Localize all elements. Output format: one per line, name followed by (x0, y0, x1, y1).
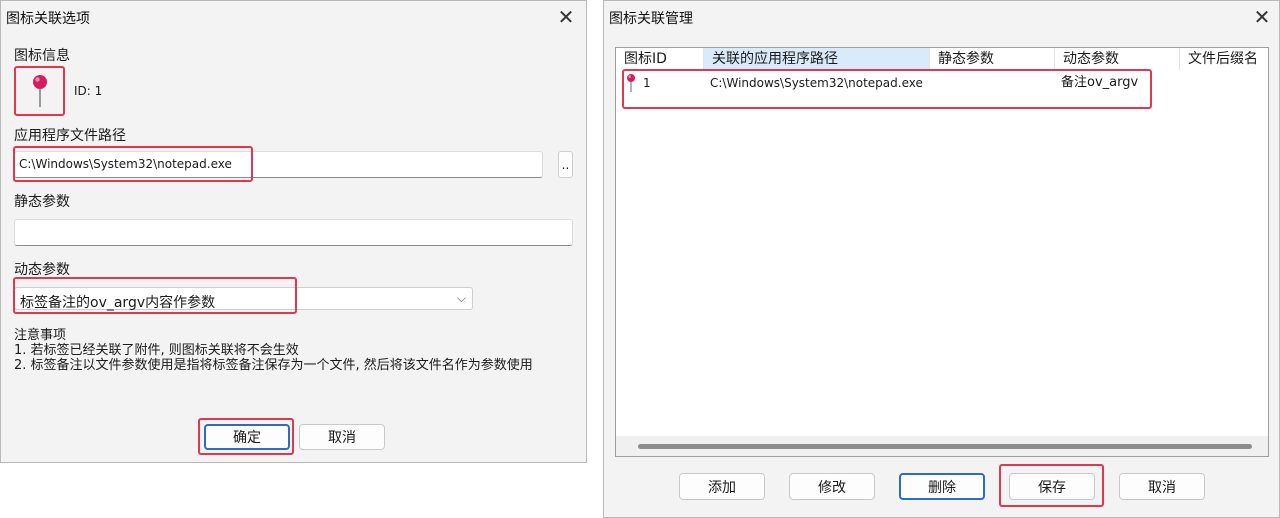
pushpin-icon (627, 74, 635, 92)
icon-info-label: 图标信息 (14, 48, 70, 64)
cancel-button[interactable]: 取消 (1119, 473, 1205, 500)
row-path: C:\Windows\System32\notepad.exe (710, 76, 923, 90)
column-header-icon-id[interactable]: 图标ID (616, 48, 704, 70)
browse-button[interactable]: .. (558, 151, 573, 178)
app-path-input[interactable]: C:\Windows\System32\notepad.exe (14, 151, 543, 178)
dynamic-params-select[interactable]: 标签备注的ov_argv内容作参数 ⌵ (14, 287, 473, 311)
close-icon[interactable]: ✕ (553, 5, 579, 29)
column-header-app-path[interactable]: 关联的应用程序路径 (704, 48, 930, 70)
static-params-label: 静态参数 (14, 194, 70, 210)
icon-id-text: ID: 1 (74, 84, 103, 98)
notes-line-2: 2. 标签备注以文件参数使用是指将标签备注保存为一个文件, 然后将该文件名作为参… (14, 358, 533, 373)
pushpin-icon[interactable] (27, 73, 53, 109)
icon-association-options-dialog: 图标关联选项 ✕ 图标信息 ID: 1 应用程序文件路径 C:\Windows\… (0, 0, 587, 463)
notes-title: 注意事项 (14, 328, 67, 343)
static-params-input[interactable] (14, 219, 573, 246)
column-header-dynamic-params[interactable]: 动态参数 (1055, 48, 1180, 70)
edit-button[interactable]: 修改 (789, 473, 875, 500)
column-header-static-params[interactable]: 静态参数 (930, 48, 1055, 70)
cancel-button[interactable]: 取消 (299, 424, 385, 450)
notes-section: 注意事项 1. 若标签已经关联了附件, 则图标关联将不会生效 2. 标签备注以文… (14, 328, 574, 373)
dynamic-params-value: 标签备注的ov_argv内容作参数 (20, 295, 216, 311)
scrollbar-thumb[interactable] (638, 444, 1252, 449)
association-list[interactable]: 图标ID 关联的应用程序路径 静态参数 动态参数 文件后缀名 1 C:\Wind… (615, 47, 1269, 457)
chevron-down-icon: ⌵ (456, 291, 466, 305)
titlebar: 图标关联选项 ✕ (1, 1, 586, 33)
dialog-title: 图标关联选项 (6, 11, 90, 27)
row-id: 1 (643, 76, 651, 90)
column-header-file-suffix[interactable]: 文件后缀名 (1180, 48, 1268, 70)
save-button[interactable]: 保存 (1009, 473, 1095, 500)
icon-association-manager-dialog: 图标关联管理 ✕ 图标ID 关联的应用程序路径 静态参数 动态参数 文件后缀名 … (603, 0, 1280, 518)
titlebar: 图标关联管理 ✕ (604, 1, 1279, 33)
close-icon[interactable]: ✕ (1249, 5, 1275, 29)
delete-button[interactable]: 删除 (899, 473, 985, 500)
notes-line-1: 1. 若标签已经关联了附件, 则图标关联将不会生效 (14, 343, 299, 358)
dialog-title: 图标关联管理 (609, 11, 693, 27)
row-dynamic: 备注ov_argv (1061, 75, 1139, 90)
horizontal-scrollbar[interactable] (616, 436, 1268, 456)
list-header: 图标ID 关联的应用程序路径 静态参数 动态参数 文件后缀名 (616, 48, 1268, 70)
table-row[interactable]: 1 C:\Windows\System32\notepad.exe 备注ov_a… (616, 72, 1268, 94)
ok-button[interactable]: 确定 (204, 424, 290, 450)
dynamic-params-label: 动态参数 (14, 262, 70, 278)
app-path-label: 应用程序文件路径 (14, 128, 126, 144)
add-button[interactable]: 添加 (679, 473, 765, 500)
